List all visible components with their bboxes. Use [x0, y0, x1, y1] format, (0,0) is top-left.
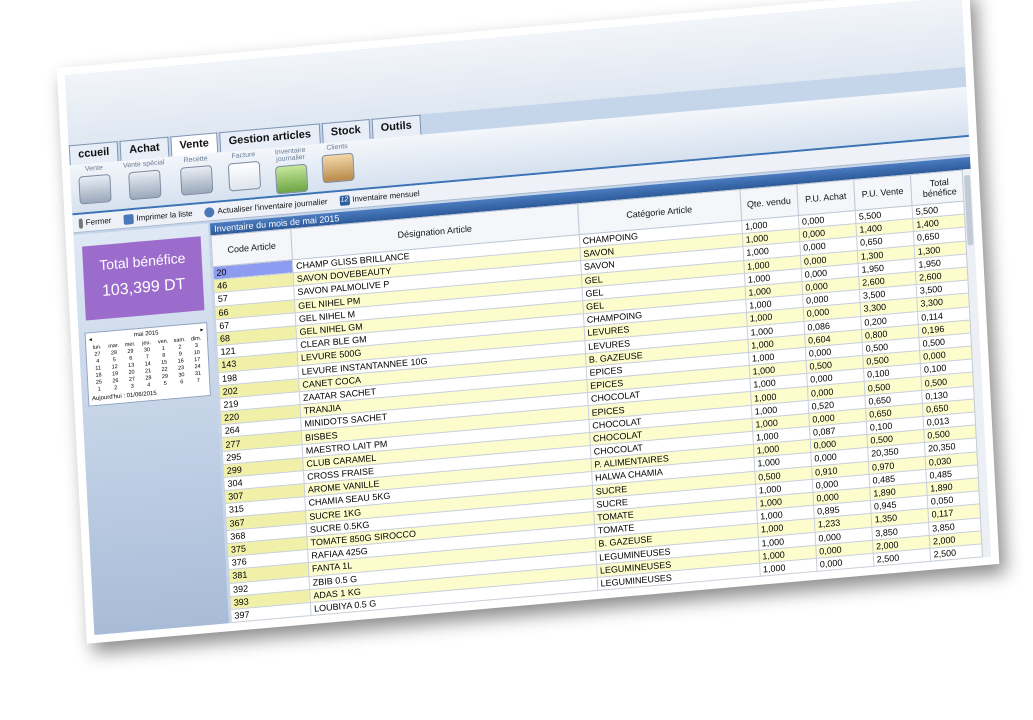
screenshot-frame: ccueil Achat Vente Gestion articles Stoc… — [56, 0, 1000, 644]
cell-qty-sold: 2,000 — [761, 597, 819, 616]
cell-total-benefit: 0,500 — [931, 569, 989, 588]
print-label: Imprimer la liste — [136, 208, 193, 223]
monthly-label: Inventaire mensuel — [352, 188, 420, 204]
print-list-button[interactable]: Imprimer la liste — [123, 208, 193, 225]
calendar-next-button[interactable]: ▸ — [200, 326, 203, 333]
calendar-day[interactable]: 4 — [141, 382, 157, 389]
screenshot-stage: ccueil Achat Vente Gestion articles Stoc… — [0, 0, 1033, 720]
cell-category: CHIPS-UP — [598, 589, 762, 617]
inventory-table: Code Article Désignation Article Catégor… — [211, 169, 991, 636]
column-header-qty-sold[interactable]: Qte. vendu — [739, 184, 799, 221]
printer-icon — [123, 213, 134, 225]
cash-register-icon — [78, 173, 112, 205]
clients-icon — [321, 152, 355, 184]
cell-category: SUCRE — [598, 602, 762, 631]
cash-register-icon — [179, 164, 214, 196]
close-label: Fermer — [85, 215, 112, 228]
refresh-icon — [204, 206, 215, 218]
calendar-day[interactable]: 7 — [190, 377, 206, 384]
cell-designation: SUCRE EN MORCEAU PREMIUM — [312, 616, 600, 636]
calendar-day[interactable]: 1 — [91, 386, 107, 393]
monthly-inventory-button[interactable]: 12 Inventaire mensuel — [339, 188, 420, 206]
close-icon — [78, 217, 84, 229]
cell-unit-sale: 1,300 — [874, 587, 933, 606]
cash-register-icon — [128, 169, 162, 201]
cell-qty-sold: 1,000 — [760, 584, 819, 603]
calendar-icon: 12 — [339, 194, 350, 206]
invoice-icon — [227, 160, 262, 192]
cell-unit-sale: 0,500 — [874, 574, 932, 593]
cell-unit-purchase: 0,000 — [817, 579, 875, 598]
ribbon-inventaire-journalier-button[interactable]: Inventaire journalier — [267, 146, 315, 195]
calendar-day[interactable]: 3 — [124, 383, 140, 390]
table-body: 20 CHAMP GLISS BRILLANCE CHAMPOING 1,000 0,0… — [212, 200, 990, 636]
column-header-unit-sale-price[interactable]: P.U. Vente — [853, 174, 912, 211]
column-header-unit-purchase-price[interactable]: P.U. Achat — [796, 179, 855, 216]
left-panel: Total bénéfice 103,399 DT ◂ mai 2015 ▸ l… — [73, 223, 229, 636]
ribbon-label: Clients — [326, 143, 348, 152]
ribbon-vente-button[interactable]: Vente — [74, 164, 116, 205]
calendar-month-label: mai 2015 — [133, 330, 159, 339]
cell-total-benefit: 0,002 — [931, 582, 990, 601]
month-calendar[interactable]: ◂ mai 2015 ▸ lun. mar. mer. jeu. ven. sam. dim… — [84, 321, 211, 407]
calendar-day[interactable]: 5 — [157, 380, 173, 387]
scrollbar-thumb[interactable] — [963, 174, 974, 246]
ribbon-label: Vente — [84, 164, 104, 174]
column-header-total-benefit[interactable]: Total bénéfice — [910, 169, 969, 206]
close-button[interactable]: Fermer — [78, 215, 112, 229]
total-benefit-box: Total bénéfice 103,399 DT — [82, 236, 205, 321]
calendar-grid: lun. mar. mer. jeu. ven. sam. dim. 27 28 29 30 1 2 3 4… — [89, 335, 206, 393]
ribbon-clients-button[interactable]: Clients — [317, 142, 359, 184]
calendar-day[interactable]: 2 — [108, 385, 124, 392]
cell-unit-purchase: 1,298 — [818, 592, 876, 611]
ribbon-recette-button[interactable]: Recette — [173, 154, 219, 196]
calendar-prev-button[interactable]: ◂ — [89, 336, 92, 343]
ribbon-vente-speciale-button[interactable]: Vente spécial — [118, 159, 172, 202]
ribbon-label: Inventaire journalier — [274, 146, 306, 164]
inventory-icon — [274, 163, 309, 195]
inventory-panel: Inventaire du mois de mai 2015 Code Arti… — [209, 156, 991, 636]
ribbon-facture-button[interactable]: Facture — [221, 150, 267, 192]
ribbon-label: Recette — [183, 155, 208, 165]
ribbon-label: Facture — [231, 151, 256, 161]
app-window: ccueil Achat Vente Gestion articles Stoc… — [65, 0, 991, 636]
calendar-day[interactable]: 6 — [174, 379, 190, 386]
cell-code: 407 — [232, 628, 313, 636]
ribbon-label: Vente spécial — [122, 159, 165, 170]
